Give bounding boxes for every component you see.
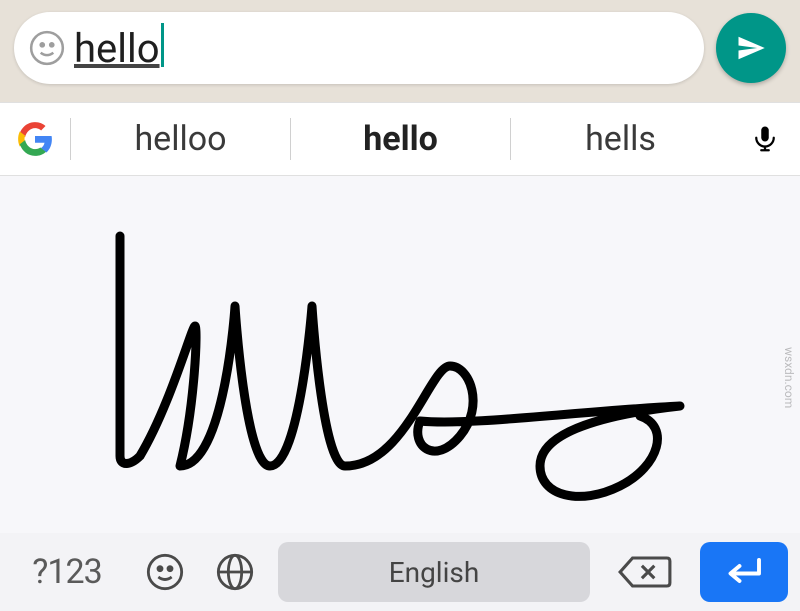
text-cursor xyxy=(161,23,164,67)
suggestion-center[interactable]: hello xyxy=(291,119,510,159)
message-input-pill[interactable]: hello xyxy=(14,12,704,84)
message-text[interactable]: hello xyxy=(68,25,160,72)
symbols-key[interactable]: ?123 xyxy=(12,552,122,592)
watermark-text: wsxdn.com xyxy=(782,347,796,408)
handwriting-canvas[interactable]: wsxdn.com xyxy=(0,176,800,533)
space-key[interactable]: English xyxy=(278,542,590,602)
keyboard-bottom-row: ?123 English xyxy=(0,533,800,611)
backspace-key[interactable] xyxy=(606,552,684,592)
google-icon[interactable] xyxy=(0,121,70,157)
emoji-icon[interactable] xyxy=(26,27,68,69)
send-button[interactable] xyxy=(716,13,786,83)
globe-icon[interactable] xyxy=(208,552,262,592)
suggestion-bar: helloo hello hells xyxy=(0,102,800,176)
suggestion-left[interactable]: helloo xyxy=(71,119,290,159)
emoji-key[interactable] xyxy=(138,552,192,592)
suggestion-right[interactable]: hells xyxy=(511,119,730,159)
handwriting-stroke xyxy=(0,176,800,516)
enter-key[interactable] xyxy=(700,542,788,602)
send-icon xyxy=(736,33,766,63)
microphone-icon[interactable] xyxy=(730,119,800,159)
chat-input-row: hello xyxy=(0,0,800,102)
